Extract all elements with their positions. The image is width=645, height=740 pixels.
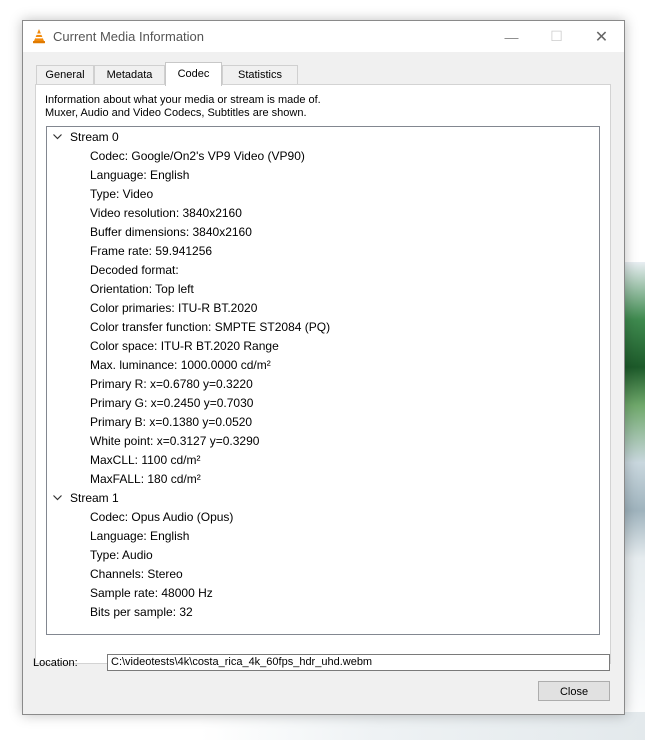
tree-property-item[interactable]: Language: English — [90, 166, 189, 185]
tree-property-item[interactable]: Channels: Stereo — [90, 565, 183, 584]
description-line: Information about what your media or str… — [45, 94, 321, 106]
chevron-down-icon[interactable] — [52, 489, 64, 508]
tab-general[interactable]: General — [36, 65, 94, 85]
tree-property-item[interactable]: Bits per sample: 32 — [90, 603, 193, 622]
tree-property-item[interactable]: Color space: ITU-R BT.2020 Range — [90, 337, 279, 356]
tree-property-item[interactable]: MaxCLL: 1100 cd/m² — [90, 451, 201, 470]
tree-property-item[interactable]: Primary R: x=0.6780 y=0.3220 — [90, 375, 253, 394]
tree-property-item[interactable]: Type: Audio — [90, 546, 153, 565]
tree-stream-node[interactable]: Stream 1 — [47, 489, 597, 508]
tree-property-item[interactable]: Video resolution: 3840x2160 — [90, 204, 242, 223]
tree-property-item[interactable]: Type: Video — [90, 185, 153, 204]
location-field[interactable] — [107, 654, 610, 671]
tree-property-item[interactable]: MaxFALL: 180 cd/m² — [90, 470, 201, 489]
minimize-button[interactable]: — — [489, 21, 534, 52]
tree-property-item[interactable]: Max. luminance: 1000.0000 cd/m² — [90, 356, 271, 375]
tree-property-item[interactable]: White point: x=0.3127 y=0.3290 — [90, 432, 259, 451]
codec-description: Information about what your media or str… — [45, 94, 585, 120]
tree-property-item[interactable]: Frame rate: 59.941256 — [90, 242, 212, 261]
chevron-down-icon[interactable] — [52, 128, 64, 147]
tree-property-item[interactable]: Language: English — [90, 527, 189, 546]
tree-property-item[interactable]: Color primaries: ITU-R BT.2020 — [90, 299, 257, 318]
tree-property-item[interactable]: Codec: Google/On2's VP9 Video (VP90) — [90, 147, 305, 166]
tree-property-item[interactable]: Orientation: Top left — [90, 280, 194, 299]
tree-property-item[interactable]: Codec: Opus Audio (Opus) — [90, 508, 233, 527]
tree-property-item[interactable]: Buffer dimensions: 3840x2160 — [90, 223, 252, 242]
codec-panel: Information about what your media or str… — [35, 84, 611, 664]
codec-tree-view[interactable]: Stream 0 Codec: Google/On2's VP9 Video (V… — [46, 126, 600, 635]
stream-label: Stream 1 — [70, 491, 119, 505]
tree-property-item[interactable]: Decoded format: — [90, 261, 179, 280]
maximize-button[interactable]: ☐ — [534, 21, 579, 52]
tree-property-item[interactable]: Primary G: x=0.2450 y=0.7030 — [90, 394, 253, 413]
tab-statistics[interactable]: Statistics — [222, 65, 298, 85]
background-desktop — [200, 712, 645, 740]
media-info-dialog: Current Media Information — ☐ ✕ General … — [22, 20, 625, 715]
background-photo — [623, 262, 645, 740]
tree-property-item[interactable]: Primary B: x=0.1380 y=0.0520 — [90, 413, 252, 432]
tree-property-item[interactable]: Sample rate: 48000 Hz — [90, 584, 213, 603]
stream-label: Stream 0 — [70, 130, 119, 144]
tab-codec[interactable]: Codec — [165, 62, 222, 86]
description-line: Muxer, Audio and Video Codecs, Subtitles… — [45, 107, 307, 119]
title-bar[interactable]: Current Media Information — ☐ ✕ — [23, 21, 624, 52]
close-button[interactable]: Close — [538, 681, 610, 701]
vlc-cone-icon — [31, 28, 47, 44]
tab-metadata[interactable]: Metadata — [94, 65, 165, 85]
tree-stream-node[interactable]: Stream 0 — [47, 128, 597, 147]
tree-property-item[interactable]: Color transfer function: SMPTE ST2084 (P… — [90, 318, 330, 337]
location-label: Location: — [33, 657, 78, 669]
window-title: Current Media Information — [53, 29, 205, 44]
close-window-button[interactable]: ✕ — [579, 21, 624, 52]
